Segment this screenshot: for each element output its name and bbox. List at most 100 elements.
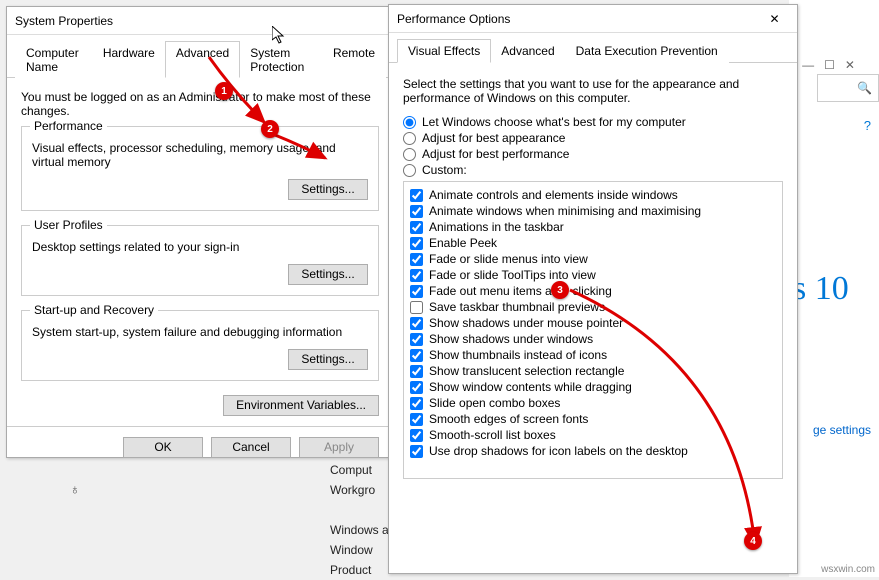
effect-label: Slide open combo boxes <box>429 396 560 410</box>
effect-row: Show shadows under windows <box>410 332 776 346</box>
effect-row: Fade or slide menus into view <box>410 252 776 266</box>
performance-group: Performance Visual effects, processor sc… <box>21 126 379 211</box>
radio-let-windows[interactable] <box>403 116 416 129</box>
user-profiles-settings-button[interactable]: Settings... <box>288 264 368 285</box>
radio-custom[interactable] <box>403 164 416 177</box>
apply-button[interactable]: Apply <box>299 437 379 458</box>
cancel-button[interactable]: Cancel <box>211 437 291 458</box>
watermark: wsxwin.com <box>819 564 877 575</box>
environment-variables-button[interactable]: Environment Variables... <box>223 395 379 416</box>
system-properties-window: System Properties Computer Name Hardware… <box>6 6 394 458</box>
tab-advanced[interactable]: Advanced <box>490 39 565 63</box>
sys-tabs: Computer Name Hardware Advanced System P… <box>7 35 393 78</box>
tab-advanced[interactable]: Advanced <box>165 41 240 78</box>
effect-label: Enable Peek <box>429 236 497 250</box>
perf-intro-text: Select the settings that you want to use… <box>403 77 783 105</box>
perf-titlebar: Performance Options ✕ <box>389 5 797 33</box>
radio-best-appearance[interactable] <box>403 132 416 145</box>
effect-row: Fade or slide ToolTips into view <box>410 268 776 282</box>
cursor-icon <box>272 26 288 49</box>
effect-row: Show thumbnails instead of icons <box>410 348 776 362</box>
effect-checkbox[interactable] <box>410 189 423 202</box>
radio-custom-label: Custom: <box>422 163 467 177</box>
effect-row: Show translucent selection rectangle <box>410 364 776 378</box>
effect-row: Animate controls and elements inside win… <box>410 188 776 202</box>
effect-checkbox[interactable] <box>410 285 423 298</box>
effects-listbox[interactable]: Animate controls and elements inside win… <box>403 181 783 479</box>
effect-checkbox[interactable] <box>410 429 423 442</box>
perf-tabs: Visual Effects Advanced Data Execution P… <box>389 33 797 63</box>
effect-label: Show shadows under windows <box>429 332 593 346</box>
perf-window-title: Performance Options <box>397 12 510 26</box>
effect-row: Slide open combo boxes <box>410 396 776 410</box>
help-icon[interactable]: ? <box>864 118 871 133</box>
effect-checkbox[interactable] <box>410 365 423 378</box>
window-title: System Properties <box>15 14 113 28</box>
tab-hardware[interactable]: Hardware <box>92 41 166 78</box>
callout-4: 4 <box>744 532 762 550</box>
performance-options-window: Performance Options ✕ Visual Effects Adv… <box>388 4 798 574</box>
startup-group-title: Start-up and Recovery <box>30 303 158 317</box>
search-icon: 🔍 <box>857 81 872 95</box>
effect-checkbox[interactable] <box>410 317 423 330</box>
titlebar: System Properties <box>7 7 393 35</box>
change-settings-link[interactable]: ge settings <box>813 423 871 437</box>
radio-let-windows-label: Let Windows choose what's best for my co… <box>422 115 686 129</box>
effect-label: Fade or slide ToolTips into view <box>429 268 596 282</box>
performance-group-text: Visual effects, processor scheduling, me… <box>32 141 368 169</box>
window-controls-bg: — ☐ ✕ <box>802 58 855 72</box>
effect-checkbox[interactable] <box>410 381 423 394</box>
callout-1: 1 <box>215 82 233 100</box>
radio-best-performance[interactable] <box>403 148 416 161</box>
effect-checkbox[interactable] <box>410 269 423 282</box>
effect-checkbox[interactable] <box>410 397 423 410</box>
effect-label: Fade or slide menus into view <box>429 252 588 266</box>
ok-button[interactable]: OK <box>123 437 203 458</box>
effect-checkbox[interactable] <box>410 413 423 426</box>
effect-row: Animate windows when minimising and maxi… <box>410 204 776 218</box>
callout-2: 2 <box>261 120 279 138</box>
effect-row: Show window contents while dragging <box>410 380 776 394</box>
close-icon[interactable]: ✕ <box>752 5 797 33</box>
startup-group: Start-up and Recovery System start-up, s… <box>21 310 379 381</box>
tab-computer-name[interactable]: Computer Name <box>15 41 93 78</box>
effect-checkbox[interactable] <box>410 349 423 362</box>
tab-dep[interactable]: Data Execution Prevention <box>565 39 729 63</box>
effect-row: Smooth edges of screen fonts <box>410 412 776 426</box>
effect-label: Smooth edges of screen fonts <box>429 412 588 426</box>
effect-checkbox[interactable] <box>410 237 423 250</box>
effect-label: Save taskbar thumbnail previews <box>429 300 605 314</box>
tab-remote[interactable]: Remote <box>322 41 386 78</box>
effect-checkbox[interactable] <box>410 221 423 234</box>
user-profiles-group-text: Desktop settings related to your sign-in <box>32 240 368 254</box>
effect-row: Animations in the taskbar <box>410 220 776 234</box>
windows-10-text: s 10 <box>793 270 849 308</box>
effect-checkbox[interactable] <box>410 205 423 218</box>
effect-label: Show shadows under mouse pointer <box>429 316 623 330</box>
admin-intro-text: You must be logged on as an Administrato… <box>21 90 379 118</box>
effect-label: Animate controls and elements inside win… <box>429 188 678 202</box>
effect-row: Smooth-scroll list boxes <box>410 428 776 442</box>
effect-row: Fade out menu items after clicking <box>410 284 776 298</box>
effect-row: Show shadows under mouse pointer <box>410 316 776 330</box>
performance-settings-button[interactable]: Settings... <box>288 179 368 200</box>
effect-label: Smooth-scroll list boxes <box>429 428 556 442</box>
effect-checkbox[interactable] <box>410 253 423 266</box>
effect-checkbox[interactable] <box>410 301 423 314</box>
effect-checkbox[interactable] <box>410 445 423 458</box>
startup-settings-button[interactable]: Settings... <box>288 349 368 370</box>
effect-label: Show window contents while dragging <box>429 380 632 394</box>
effect-checkbox[interactable] <box>410 333 423 346</box>
effect-row: Save taskbar thumbnail previews <box>410 300 776 314</box>
startup-group-text: System start-up, system failure and debu… <box>32 325 368 339</box>
user-profiles-group: User Profiles Desktop settings related t… <box>21 225 379 296</box>
effect-label: Animations in the taskbar <box>429 220 564 234</box>
network-icon: ♁ <box>70 481 81 497</box>
search-box[interactable]: 🔍 <box>817 74 879 102</box>
tab-visual-effects[interactable]: Visual Effects <box>397 39 491 63</box>
effect-row: Use drop shadows for icon labels on the … <box>410 444 776 458</box>
effect-label: Show translucent selection rectangle <box>429 364 624 378</box>
user-profiles-group-title: User Profiles <box>30 218 107 232</box>
effect-row: Enable Peek <box>410 236 776 250</box>
effect-label: Fade out menu items after clicking <box>429 284 612 298</box>
